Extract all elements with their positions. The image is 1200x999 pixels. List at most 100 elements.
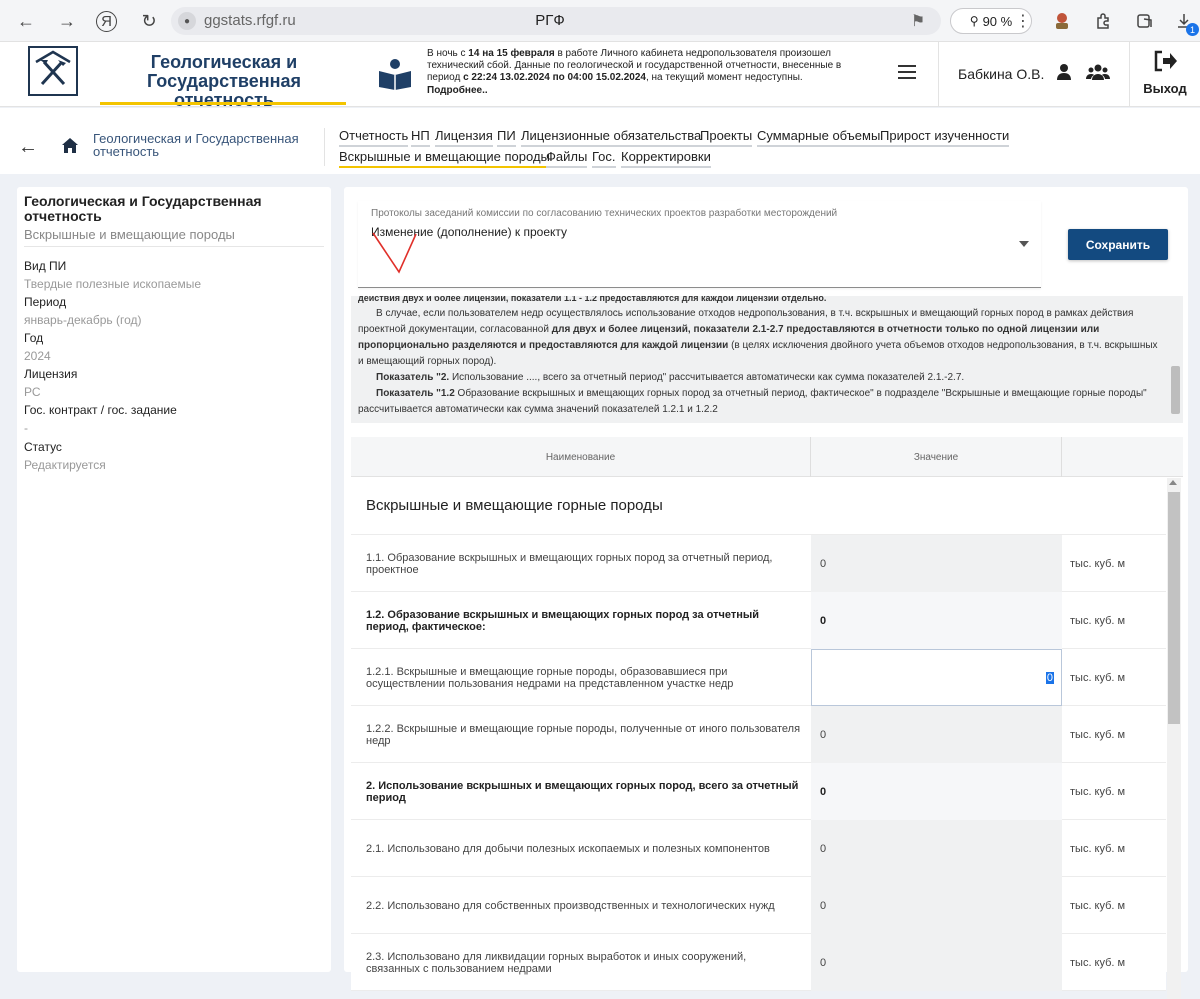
field-label-status: Статус — [24, 440, 62, 454]
row-value: 0 — [811, 706, 1062, 763]
table-row: 1.1. Образование вскрышных и вмещающих г… — [351, 535, 1166, 592]
notice-more-link[interactable]: Подробнее.. — [427, 85, 488, 96]
column-header-value[interactable]: Значение — [811, 437, 1061, 477]
table-row: 1.2.2. Вскрышные и вмещающие горные поро… — [351, 706, 1166, 763]
bookmark-icon[interactable]: ⚑ — [906, 9, 930, 33]
field-label-contract: Гос. контракт / гос. задание — [24, 403, 177, 417]
report-info-title: Геологическая и Государственная отчетнос… — [24, 193, 262, 224]
collections-icon[interactable] — [1133, 9, 1157, 33]
tab-license-obligations[interactable]: Лицензионные обязательства — [521, 128, 702, 147]
tab-total-volumes[interactable]: Суммарные объемы — [757, 128, 881, 147]
tab-files[interactable]: Файлы — [546, 149, 588, 168]
instructions-paragraph: Показатель "2. Использование ...., всего… — [358, 370, 1164, 386]
logout-icon — [1154, 50, 1177, 72]
extension-avatar-icon[interactable] — [1050, 9, 1074, 33]
tab-corrections[interactable]: Корректировки — [621, 149, 711, 168]
instructions-paragraph: В случае, если пользователем недр осущес… — [358, 306, 1164, 370]
geology-logo-icon[interactable] — [28, 46, 78, 96]
back-arrow-icon[interactable]: ← — [18, 136, 38, 159]
instructions-line: действия двух и более лицензий, показате… — [358, 296, 827, 303]
users-group-icon[interactable] — [1086, 63, 1110, 81]
row-name: 1.2. Образование вскрышных и вмещающих г… — [366, 608, 760, 633]
instructions-bold-part: Показатель "2. — [376, 372, 450, 383]
field-value-period: январь-декабрь (год) — [24, 313, 142, 327]
user-icon[interactable] — [1056, 63, 1072, 81]
table-row: 2. Использование вскрышных и вмещающих г… — [351, 763, 1166, 820]
scroll-up-arrow-icon[interactable] — [1169, 480, 1177, 485]
extensions-puzzle-icon[interactable] — [1092, 9, 1116, 33]
maintenance-notice: В ночь с 14 на 15 февраля в работе Лично… — [427, 48, 877, 84]
row-unit: тыс. куб. м — [1070, 614, 1126, 627]
row-name: 2.1. Использовано для добычи полезных ис… — [366, 842, 770, 855]
column-divider — [1061, 437, 1062, 477]
download-count-badge: 1 — [1186, 23, 1199, 36]
row-unit: тыс. куб. м — [1070, 899, 1126, 912]
field-value-contract: - — [24, 421, 28, 435]
user-name[interactable]: Бабкина О.В. — [958, 66, 1044, 82]
book-reader-icon — [377, 58, 413, 90]
tab-reporting[interactable]: Отчетность — [339, 128, 409, 147]
field-value-pi-type: Твердые полезные ископаемые — [24, 277, 201, 291]
selected-value-text[interactable]: 0 — [1045, 671, 1054, 684]
row-unit: тыс. куб. м — [1070, 671, 1126, 684]
divider — [938, 42, 939, 107]
logout-label: Выход — [1143, 81, 1187, 96]
notice-text-1: В ночь с — [427, 48, 469, 59]
field-value-year: 2024 — [24, 349, 51, 363]
row-value-input[interactable]: 0 — [811, 934, 1062, 991]
notice-date-2: с 22:24 13.02.2024 по 04:00 15.02.2024 — [463, 72, 646, 83]
tab-study-increase[interactable]: Прирост изученности — [880, 128, 1010, 147]
row-name: 2. Использование вскрышных и вмещающих г… — [366, 779, 799, 804]
column-header-name[interactable]: Наименование — [351, 437, 810, 477]
field-value-status: Редактируется — [24, 458, 106, 472]
breadcrumb[interactable]: Геологическая и Государственная отчетнос… — [93, 132, 313, 158]
row-value-input[interactable]: 0 — [811, 820, 1062, 877]
row-name: 2.3. Использовано для ликвидации горных … — [366, 950, 747, 975]
table-row: 2.1. Использовано для добычи полезных ис… — [351, 820, 1166, 877]
tab-gos[interactable]: Гос. — [592, 149, 616, 168]
row-unit: тыс. куб. м — [1070, 956, 1126, 969]
active-underline — [100, 102, 346, 105]
page-title: РГФ — [535, 12, 565, 29]
more-options-icon[interactable]: ⋮ — [1011, 9, 1035, 33]
tab-projects[interactable]: Проекты — [700, 128, 753, 147]
table-section-title: Вскрышные и вмещающие горные породы — [366, 497, 663, 514]
table-row: 1.2.1. Вскрышные и вмещающие горные поро… — [351, 649, 1166, 706]
instructions-scrollbar[interactable] — [1171, 366, 1180, 414]
field-label-pi-type: Вид ПИ — [24, 259, 67, 273]
tab-pi[interactable]: ПИ — [497, 128, 516, 147]
protocol-select-label: Протоколы заседаний комиссии по согласов… — [371, 208, 838, 219]
field-label-year: Год — [24, 331, 44, 345]
row-name: 1.1. Образование вскрышных и вмещающих г… — [366, 551, 773, 576]
table-row: 2.3. Использовано для ликвидации горных … — [351, 934, 1166, 991]
row-value-input[interactable]: 0 — [811, 649, 1062, 706]
row-value: 0 — [811, 763, 1062, 820]
row-unit: тыс. куб. м — [1070, 785, 1126, 798]
field-label-license: Лицензия — [24, 367, 78, 381]
save-button[interactable]: Сохранить — [1068, 229, 1168, 260]
home-icon[interactable] — [62, 138, 78, 153]
row-unit: тыс. куб. м — [1070, 728, 1126, 741]
row-value-input[interactable]: 0 — [811, 877, 1062, 934]
instructions-text-part: Использование ...., всего за отчетный пе… — [449, 372, 965, 383]
row-name: 1.2.1. Вскрышные и вмещающие горные поро… — [366, 665, 734, 690]
tab-license[interactable]: Лицензия — [435, 128, 493, 147]
instructions-paragraph: Показатель "1.2 Образование вскрышных и … — [358, 386, 1164, 418]
tab-overburden-rocks[interactable]: Вскрышные и вмещающие породы — [339, 149, 550, 168]
table-scrollbar-thumb[interactable] — [1168, 492, 1180, 724]
red-checkmark-annotation — [372, 232, 417, 274]
dropdown-arrow-icon[interactable] — [1019, 241, 1029, 247]
divider — [324, 128, 325, 166]
tab-np[interactable]: НП — [411, 128, 430, 147]
hamburger-menu-icon[interactable] — [898, 65, 916, 79]
row-name: 2.2. Использовано для собственных произв… — [366, 899, 775, 912]
instructions-text[interactable]: действия двух и более лицензий, показате… — [351, 296, 1183, 423]
row-name: 1.2.2. Вскрышные и вмещающие горные поро… — [366, 722, 801, 747]
row-unit: тыс. куб. м — [1070, 557, 1126, 570]
logout-button[interactable]: Выход — [1130, 48, 1200, 106]
table-header: Наименование Значение — [351, 437, 1183, 477]
report-info-subtitle: Вскрышные и вмещающие породы — [24, 227, 235, 242]
row-value: 0 — [811, 592, 1062, 649]
row-unit: тыс. куб. м — [1070, 842, 1126, 855]
row-value: 0 — [811, 535, 1062, 592]
